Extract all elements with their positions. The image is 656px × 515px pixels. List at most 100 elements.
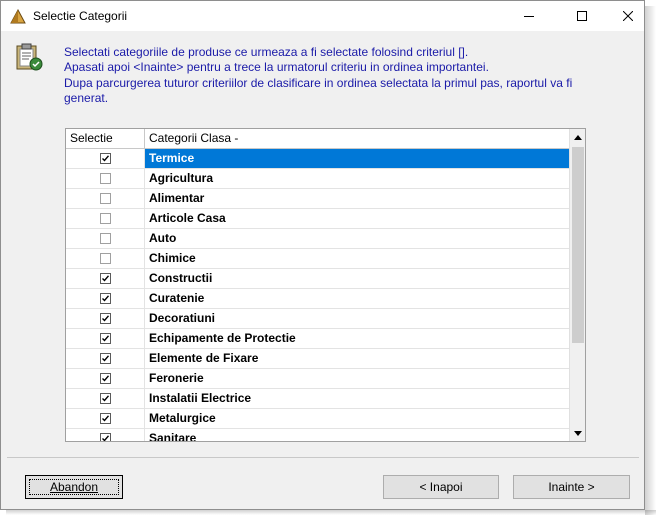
- table-row[interactable]: Decoratiuni: [66, 309, 569, 329]
- selectie-cell: [66, 209, 145, 228]
- selectie-cell: [66, 349, 145, 368]
- scrollbar-thumb[interactable]: [572, 147, 584, 343]
- selectie-cell: [66, 189, 145, 208]
- category-name: Articole Casa: [149, 211, 226, 225]
- category-name: Metalurgice: [149, 411, 216, 425]
- selection-checkbox[interactable]: [100, 273, 111, 284]
- category-name: Decoratiuni: [149, 311, 216, 325]
- selection-checkbox[interactable]: [100, 373, 111, 384]
- category-name: Sanitare: [149, 431, 197, 442]
- selection-checkbox[interactable]: [100, 333, 111, 344]
- selectie-cell: [66, 169, 145, 188]
- instruction-line-2: Apasati apoi <Inainte> pentru a trece la…: [64, 60, 489, 74]
- category-name: Elemente de Fixare: [149, 351, 259, 365]
- table-row[interactable]: Curatenie: [66, 289, 569, 309]
- minimize-button[interactable]: [506, 1, 552, 31]
- selectie-cell: [66, 409, 145, 428]
- title-bar: Selectie Categorii: [1, 1, 644, 31]
- selectie-cell: [66, 309, 145, 328]
- column-header-selectie[interactable]: Selectie: [66, 129, 145, 148]
- category-name: Constructii: [149, 271, 213, 285]
- table-row[interactable]: Feronerie: [66, 369, 569, 389]
- table-row[interactable]: Alimentar: [66, 189, 569, 209]
- table-row[interactable]: Articole Casa: [66, 209, 569, 229]
- next-label: Inainte >: [548, 480, 595, 494]
- table-row[interactable]: Metalurgice: [66, 409, 569, 429]
- selection-checkbox[interactable]: [100, 213, 111, 224]
- checkmark-icon: [102, 395, 110, 402]
- arrow-up-icon: [574, 134, 582, 140]
- selection-checkbox[interactable]: [100, 193, 111, 204]
- scroll-down-button[interactable]: [570, 425, 585, 441]
- focus-rectangle: [29, 479, 119, 495]
- close-icon: [623, 11, 633, 21]
- abandon-button[interactable]: Abandon: [25, 475, 123, 499]
- checkmark-icon: [102, 415, 110, 422]
- grid-header: Selectie Categorii Clasa -: [66, 129, 569, 149]
- selection-checkbox[interactable]: [100, 313, 111, 324]
- instruction-line-3: Dupa parcurgerea tuturor criteriilor de …: [64, 76, 573, 90]
- selection-checkbox[interactable]: [100, 353, 111, 364]
- separator: [7, 457, 639, 458]
- category-name: Feronerie: [149, 371, 204, 385]
- maximize-button[interactable]: [559, 1, 605, 31]
- dialog-window: Selectie Categorii Selectati categoriile…: [0, 0, 645, 510]
- next-button[interactable]: Inainte >: [513, 475, 630, 499]
- checkmark-icon: [102, 355, 110, 362]
- window-title: Selectie Categorii: [33, 9, 128, 23]
- checkmark-icon: [102, 315, 110, 322]
- selection-checkbox[interactable]: [100, 173, 111, 184]
- column-header-categorii[interactable]: Categorii Clasa -: [145, 129, 569, 148]
- clipboard-icon: [14, 42, 44, 72]
- instruction-line-4: generat.: [64, 91, 109, 105]
- table-row[interactable]: Instalatii Electrice: [66, 389, 569, 409]
- category-name: Chimice: [149, 251, 196, 265]
- scroll-up-button[interactable]: [570, 129, 585, 145]
- table-row[interactable]: Agricultura: [66, 169, 569, 189]
- table-row[interactable]: Sanitare: [66, 429, 569, 442]
- category-grid[interactable]: Selectie Categorii Clasa - Termice Agricu…: [65, 128, 586, 442]
- category-name: Auto: [149, 231, 177, 245]
- category-name: Instalatii Electrice: [149, 391, 252, 405]
- category-name: Alimentar: [149, 191, 205, 205]
- table-row[interactable]: Elemente de Fixare: [66, 349, 569, 369]
- checkmark-icon: [102, 295, 110, 302]
- grid-rows: Termice Agricultura Alimentar Articole Casa…: [66, 149, 569, 442]
- category-name: Agricultura: [149, 171, 214, 185]
- selection-checkbox[interactable]: [100, 233, 111, 244]
- selectie-cell: [66, 329, 145, 348]
- maximize-icon: [577, 11, 587, 21]
- checkmark-icon: [102, 155, 110, 162]
- vertical-scrollbar[interactable]: [569, 129, 585, 441]
- instruction-line-1: Selectati categoriile de produse ce urme…: [64, 45, 469, 59]
- category-name: Curatenie: [149, 291, 205, 305]
- selectie-cell: [66, 289, 145, 308]
- selectie-cell: [66, 229, 145, 248]
- selectie-cell: [66, 369, 145, 388]
- checkmark-icon: [102, 375, 110, 382]
- selectie-cell: [66, 249, 145, 268]
- selectie-cell: [66, 429, 145, 441]
- table-row[interactable]: Chimice: [66, 249, 569, 269]
- selection-checkbox[interactable]: [100, 393, 111, 404]
- arrow-down-icon: [574, 430, 582, 436]
- close-button[interactable]: [605, 1, 651, 31]
- selection-checkbox[interactable]: [100, 293, 111, 304]
- selection-checkbox[interactable]: [100, 153, 111, 164]
- back-button[interactable]: < Inapoi: [383, 475, 499, 499]
- table-row[interactable]: Echipamente de Protectie: [66, 329, 569, 349]
- checkmark-icon: [102, 335, 110, 342]
- selection-checkbox[interactable]: [100, 413, 111, 424]
- selectie-cell: [66, 389, 145, 408]
- selectie-cell: [66, 149, 145, 168]
- table-row[interactable]: Constructii: [66, 269, 569, 289]
- table-row[interactable]: Termice: [66, 149, 569, 169]
- app-icon: [10, 8, 26, 25]
- selection-checkbox[interactable]: [100, 253, 111, 264]
- selection-checkbox[interactable]: [100, 433, 111, 441]
- table-row[interactable]: Auto: [66, 229, 569, 249]
- category-name: Echipamente de Protectie: [149, 331, 296, 345]
- minimize-icon: [524, 16, 534, 17]
- back-label: < Inapoi: [419, 480, 463, 494]
- checkmark-icon: [102, 435, 110, 441]
